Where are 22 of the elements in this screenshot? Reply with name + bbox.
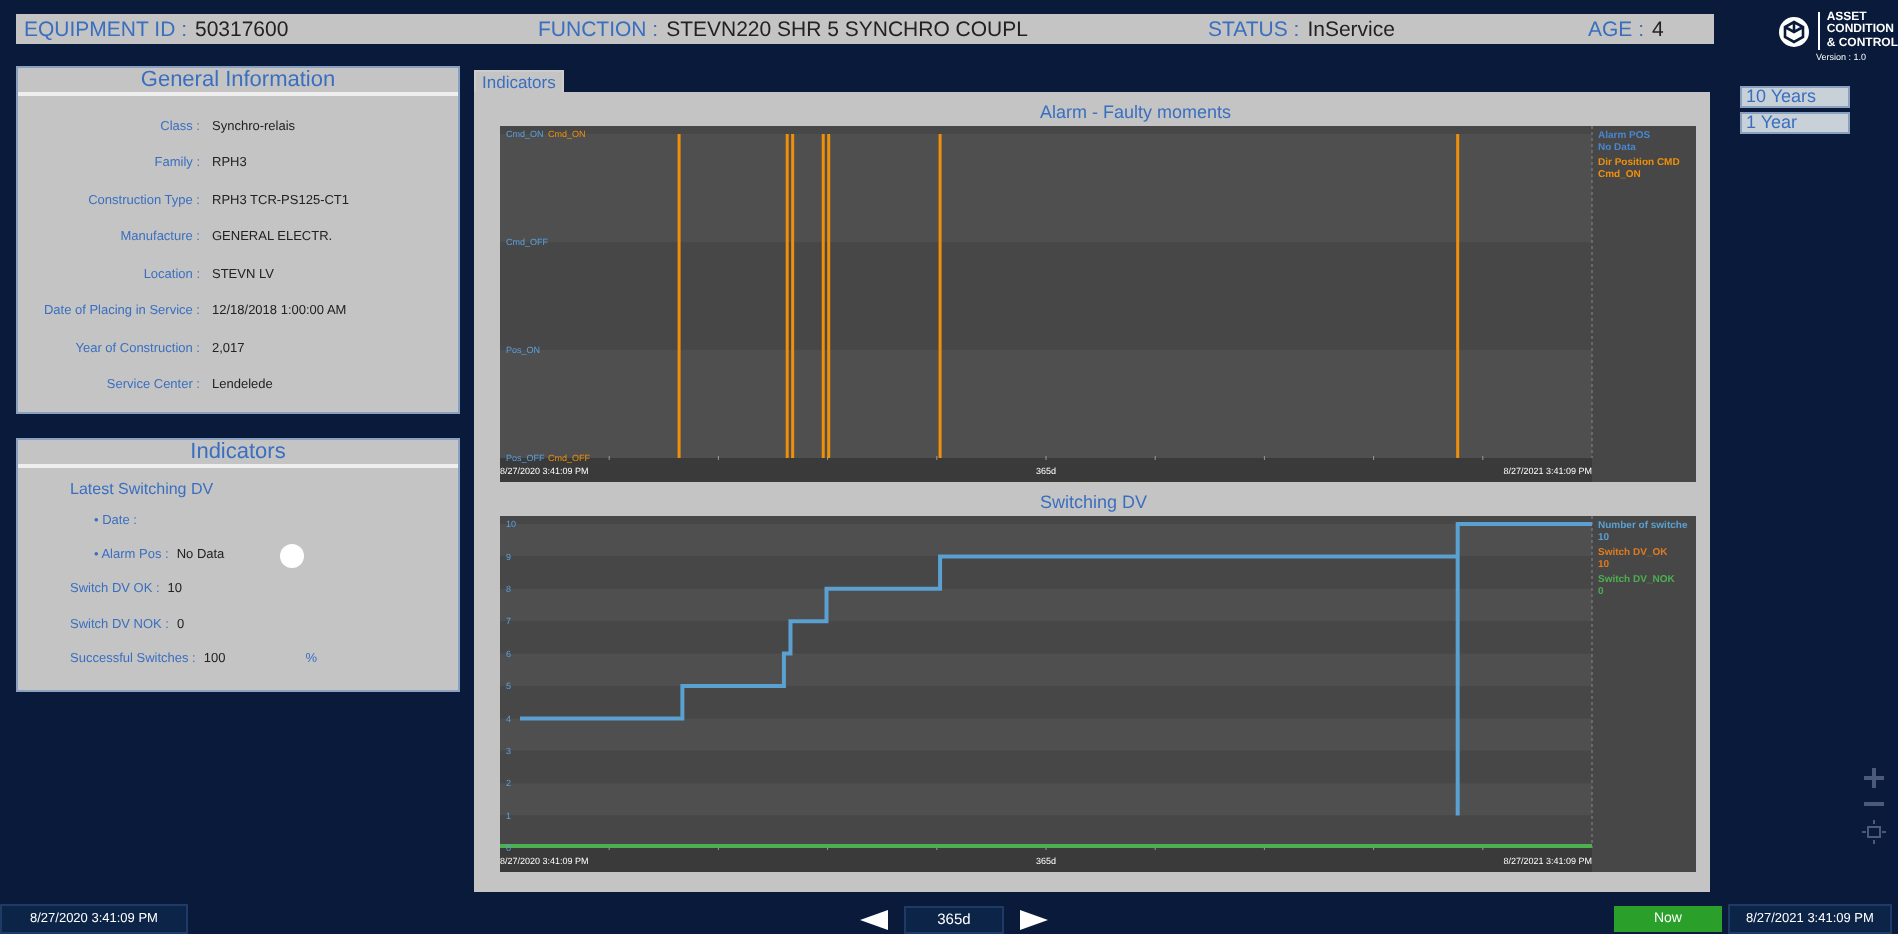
fit-view-icon[interactable]: [1862, 820, 1886, 844]
header-value: STEVN220 SHR 5 SYNCHRO COUPL: [666, 17, 1028, 41]
header-value: InService: [1307, 17, 1395, 41]
header-label: EQUIPMENT ID :: [24, 17, 187, 41]
panel-title: Indicators: [18, 440, 458, 468]
previous-arrow-icon[interactable]: [859, 909, 888, 929]
tab[interactable]: Indicators: [474, 70, 564, 92]
panel-title: General Information: [18, 68, 458, 96]
chart-title: Switching DV: [1040, 492, 1148, 512]
indicator-heading: Latest Switching DV: [70, 480, 214, 498]
header-label: FUNCTION :: [538, 17, 659, 41]
header-label: AGE :: [1588, 17, 1645, 41]
cube-logo-icon: [1778, 15, 1811, 48]
range-button[interactable]: 1 Year: [1740, 112, 1850, 134]
header-value: 50317600: [194, 17, 289, 41]
header-label: STATUS :: [1208, 17, 1300, 41]
header-value: 4: [1652, 17, 1664, 41]
zoom-out-icon[interactable]: [1864, 800, 1884, 808]
zoom-in-icon[interactable]: [1864, 768, 1884, 788]
chart-title: Alarm - Faulty moments: [1040, 102, 1232, 122]
next-arrow-icon[interactable]: [1019, 909, 1048, 929]
range-button[interactable]: 10 Years: [1740, 86, 1850, 108]
